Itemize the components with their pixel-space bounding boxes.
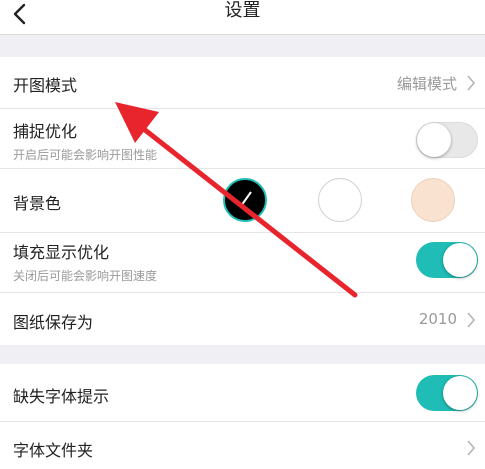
page-title: 设置	[224, 0, 261, 21]
nav-bar: 设置	[0, 0, 485, 35]
font-folder-label: 字体文件夹	[13, 441, 94, 460]
capture-optimize-label: 捕捉优化	[13, 122, 78, 141]
font-folder-row[interactable]: 字体文件夹	[0, 422, 485, 469]
toggle-knob	[443, 243, 477, 277]
missing-font-label: 缺失字体提示	[13, 387, 110, 406]
fill-display-label: 填充显示优化	[13, 243, 110, 262]
swatch-beige[interactable]	[411, 178, 455, 222]
settings-group-fonts: 缺失字体提示 字体文件夹	[0, 364, 485, 469]
missing-font-row: 缺失字体提示	[0, 364, 485, 422]
save-as-value: 2010	[418, 310, 457, 328]
swatch-white[interactable]	[318, 178, 362, 222]
save-as-label: 图纸保存为	[13, 313, 94, 332]
missing-font-toggle[interactable]	[416, 375, 478, 411]
fill-display-row: 填充显示优化 关闭后可能会影响开图速度	[0, 233, 485, 293]
open-mode-label: 开图模式	[13, 76, 78, 95]
capture-optimize-row: 捕捉优化 开启后可能会影响开图性能	[0, 109, 485, 169]
swatch-black[interactable]	[223, 178, 267, 222]
checkmark-icon	[240, 191, 252, 207]
save-as-row[interactable]: 图纸保存为 2010	[0, 293, 485, 345]
toggle-knob	[443, 376, 477, 410]
background-color-row: 背景色	[0, 169, 485, 233]
toggle-knob	[417, 123, 451, 157]
background-color-label: 背景色	[13, 194, 62, 213]
fill-display-toggle[interactable]	[416, 242, 478, 278]
chevron-right-icon	[467, 440, 476, 456]
capture-optimize-hint: 开启后可能会影响开图性能	[13, 148, 158, 162]
open-mode-row[interactable]: 开图模式 编辑模式	[0, 57, 485, 109]
chevron-right-icon	[467, 312, 476, 328]
fill-display-hint: 关闭后可能会影响开图速度	[13, 269, 158, 283]
chevron-right-icon	[467, 75, 476, 91]
open-mode-value: 编辑模式	[396, 75, 457, 93]
settings-group-display: 开图模式 编辑模式 捕捉优化 开启后可能会影响开图性能 背景色 填充显示优化 关…	[0, 57, 485, 345]
capture-optimize-toggle[interactable]	[416, 122, 478, 158]
